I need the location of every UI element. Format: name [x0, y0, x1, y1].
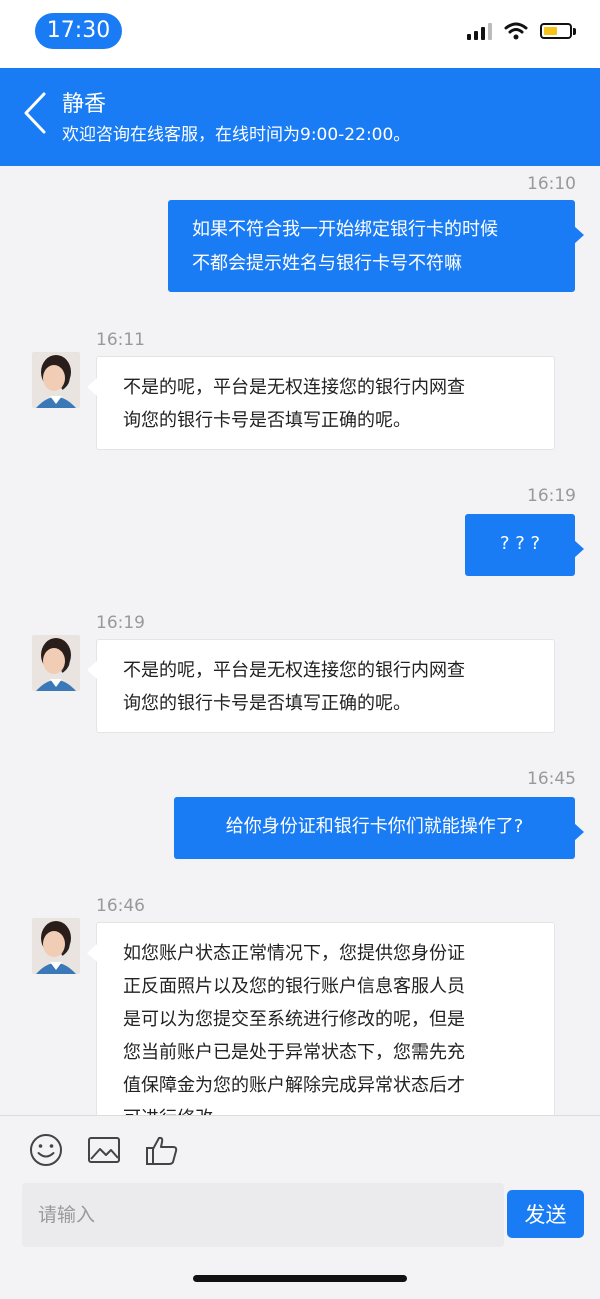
battery-icon [540, 23, 572, 39]
message-line: 您当前账户已是处于异常状态下，您需先充 [123, 1042, 465, 1063]
agent-name: 静香 [62, 92, 107, 117]
message-timestamp: 16:45 [527, 769, 576, 789]
emoji-icon[interactable] [28, 1132, 64, 1168]
outgoing-message[interactable]: 如果不符合我一开始绑定银行卡的时候 不都会提示姓名与银行卡号不符嘛 [168, 200, 584, 292]
agent-avatar [32, 918, 80, 974]
message-timestamp: 16:19 [527, 486, 576, 506]
incoming-message[interactable]: 不是的呢，平台是无权连接您的银行内网查 询您的银行卡号是否填写正确的呢。 [87, 639, 555, 733]
message-timestamp: 16:19 [96, 613, 145, 633]
chat-message-list[interactable]: 16:10 如果不符合我一开始绑定银行卡的时候 不都会提示姓名与银行卡号不符嘛 … [0, 166, 600, 1115]
signal-icon [467, 22, 492, 40]
message-line: 询您的银行卡号是否填写正确的呢。 [123, 410, 411, 431]
image-icon[interactable] [86, 1132, 122, 1168]
message-line: 可进行修改。 [123, 1102, 528, 1115]
incoming-message[interactable]: 不是的呢，平台是无权连接您的银行内网查 询您的银行卡号是否填写正确的呢。 [87, 356, 555, 450]
home-indicator[interactable] [193, 1275, 407, 1282]
message-line: 给你身份证和银行卡你们就能操作了? [225, 816, 524, 837]
chat-header: 静香 欢迎咨询在线客服，在线时间为9:00-22:00。 [0, 68, 600, 166]
message-timestamp: 16:11 [96, 330, 145, 350]
outgoing-message[interactable]: 给你身份证和银行卡你们就能操作了? [174, 797, 584, 859]
message-input[interactable] [22, 1183, 504, 1247]
message-line: 不都会提示姓名与银行卡号不符嘛 [192, 253, 462, 274]
message-timestamp: 16:10 [527, 174, 576, 194]
message-line: 不是的呢，平台是无权连接您的银行内网查 [123, 377, 465, 398]
message-line: 询您的银行卡号是否填写正确的呢。 [123, 693, 411, 714]
message-line: 如您账户状态正常情况下，您提供您身份证 [123, 943, 465, 964]
service-hours: 欢迎咨询在线客服，在线时间为9:00-22:00。 [62, 125, 411, 145]
thumbs-up-icon[interactable] [144, 1132, 180, 1168]
send-button[interactable]: 发送 [507, 1190, 584, 1238]
message-line: 不是的呢，平台是无权连接您的银行内网查 [123, 660, 465, 681]
message-line: ? ? ? [499, 533, 541, 554]
message-line: 是可以为您提交至系统进行修改的呢，但是 [123, 1009, 465, 1030]
agent-avatar [32, 352, 80, 408]
back-button[interactable] [18, 88, 54, 138]
incoming-message[interactable]: 如您账户状态正常情况下，您提供您身份证 正反面照片以及您的银行账户信息客服人员 … [87, 922, 555, 1115]
message-composer: 发送 [0, 1115, 600, 1299]
status-bar: 17:30 [0, 0, 600, 68]
message-timestamp: 16:46 [96, 896, 145, 916]
outgoing-message[interactable]: ? ? ? [465, 514, 584, 576]
message-line: 值保障金为您的账户解除完成异常状态后才 [123, 1075, 465, 1096]
system-icons [467, 22, 576, 40]
agent-avatar [32, 635, 80, 691]
wifi-icon [504, 22, 528, 40]
message-line: 正反面照片以及您的银行账户信息客服人员 [123, 976, 465, 997]
message-line: 如果不符合我一开始绑定银行卡的时候 [192, 219, 498, 240]
status-time: 17:30 [35, 13, 122, 49]
